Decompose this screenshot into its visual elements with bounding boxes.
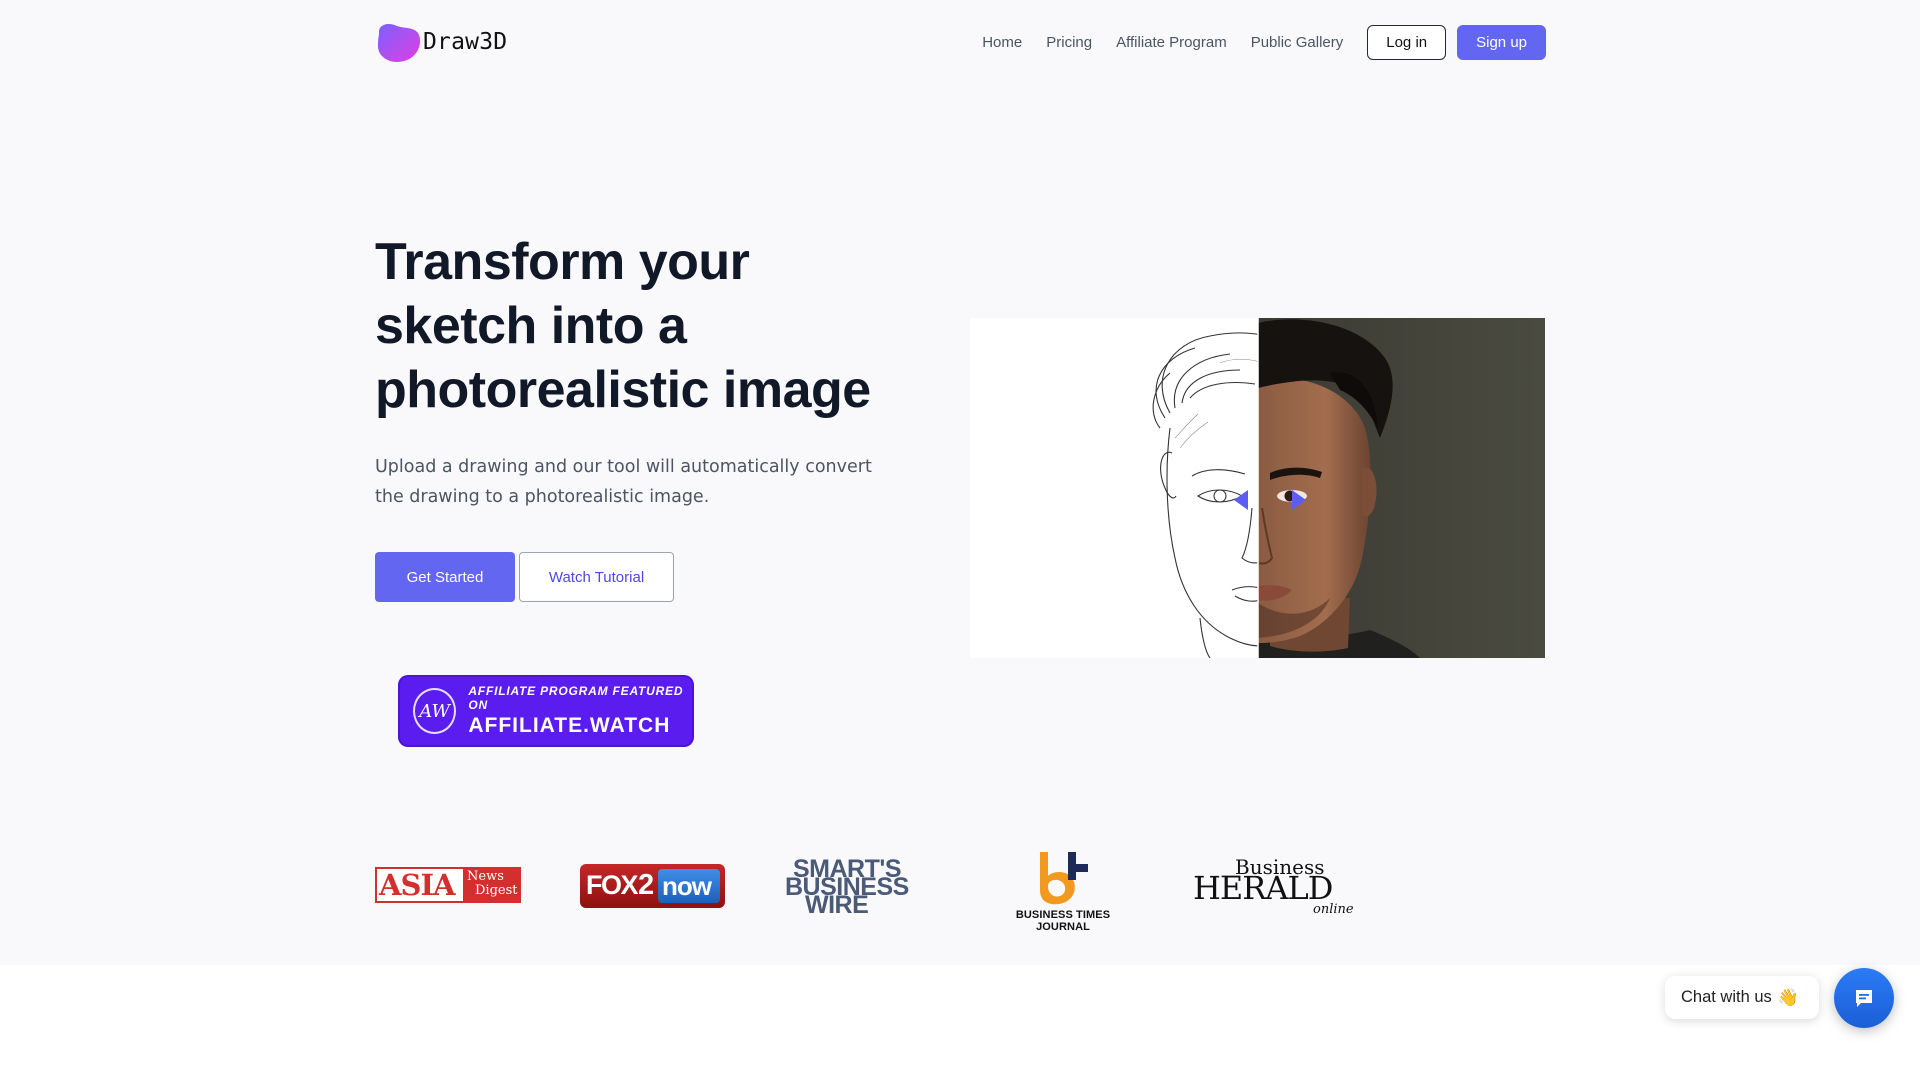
press-wire-text: WIRE [805, 891, 869, 919]
press-logo-asia-news-digest: ASIA News Digest [375, 867, 521, 903]
press-logo-fox2now: FOX 2 now [580, 864, 725, 908]
press-digest-text: Digest [475, 883, 518, 898]
press-2-text: 2 [638, 869, 655, 901]
sketch-photo-comparison[interactable] [970, 318, 1545, 658]
press-business-herald-text: Business [1235, 855, 1325, 879]
affiliate-badge-line2: AFFILIATE.WATCH [468, 714, 671, 737]
press-logo-smarts-business-wire: SMART'S BUSINESS WIRE [785, 857, 935, 919]
affiliate-watch-badge[interactable]: AW AFFILIATE PROGRAM FEATURED ON AFFILIA… [400, 677, 692, 745]
chat-launcher-button[interactable] [1834, 968, 1894, 1028]
get-started-button[interactable]: Get Started [375, 552, 515, 602]
login-button[interactable]: Log in [1367, 25, 1447, 60]
affiliate-badge-line1: AFFILIATE PROGRAM FEATURED ON [468, 684, 684, 712]
affiliate-watch-logo: AW [413, 688, 457, 734]
wave-hand-icon: 👋 [1777, 987, 1799, 1007]
nav-pricing[interactable]: Pricing [1046, 34, 1092, 51]
brand-logo[interactable]: Draw3D [375, 22, 507, 62]
press-logo-business-herald: HERALD Business online [1193, 854, 1354, 924]
press-now-text: now [662, 871, 712, 901]
chat-prompt[interactable]: Chat with us 👋 [1665, 976, 1819, 1019]
watch-tutorial-button[interactable]: Watch Tutorial [519, 552, 674, 602]
main-nav: Home Pricing Affiliate Program Public Ga… [982, 25, 1546, 60]
press-logos: ASIA News Digest FOX 2 now SMART'S BUSIN… [375, 850, 1355, 933]
press-btj-text: BUSINESS TIMES JOURNAL [1015, 909, 1111, 933]
press-news-text: News [467, 869, 504, 884]
nav-public-gallery[interactable]: Public Gallery [1251, 34, 1344, 51]
nav-home[interactable]: Home [982, 34, 1022, 51]
lower-section [0, 965, 1920, 1080]
press-fox-text: FOX [586, 870, 639, 900]
chat-bubble-icon [1856, 990, 1872, 1007]
nav-affiliate-program[interactable]: Affiliate Program [1116, 34, 1227, 51]
press-asia-text: ASIA [379, 868, 456, 902]
affiliate-badge-text: AFFILIATE PROGRAM FEATURED ON AFFILIATE.… [468, 684, 692, 738]
press-online-text: online [1313, 902, 1354, 917]
brand-name: Draw3D [423, 29, 508, 55]
chat-label: Chat with us [1681, 988, 1772, 1006]
site-header: Draw3D Home Pricing Affiliate Program Pu… [0, 0, 1920, 86]
sketch-half [970, 318, 1258, 658]
hero-title: Transform your sketch into a photorealis… [375, 233, 871, 419]
photo-half [1258, 318, 1545, 658]
signup-button[interactable]: Sign up [1457, 25, 1546, 60]
hero-subtitle: Upload a drawing and our tool will autom… [375, 457, 872, 507]
btj-mark-icon [1040, 852, 1088, 905]
press-logo-business-times-journal: BUSINESS TIMES JOURNAL [988, 850, 1138, 933]
comparison-image [970, 318, 1545, 658]
logo-blob-icon [377, 24, 421, 62]
